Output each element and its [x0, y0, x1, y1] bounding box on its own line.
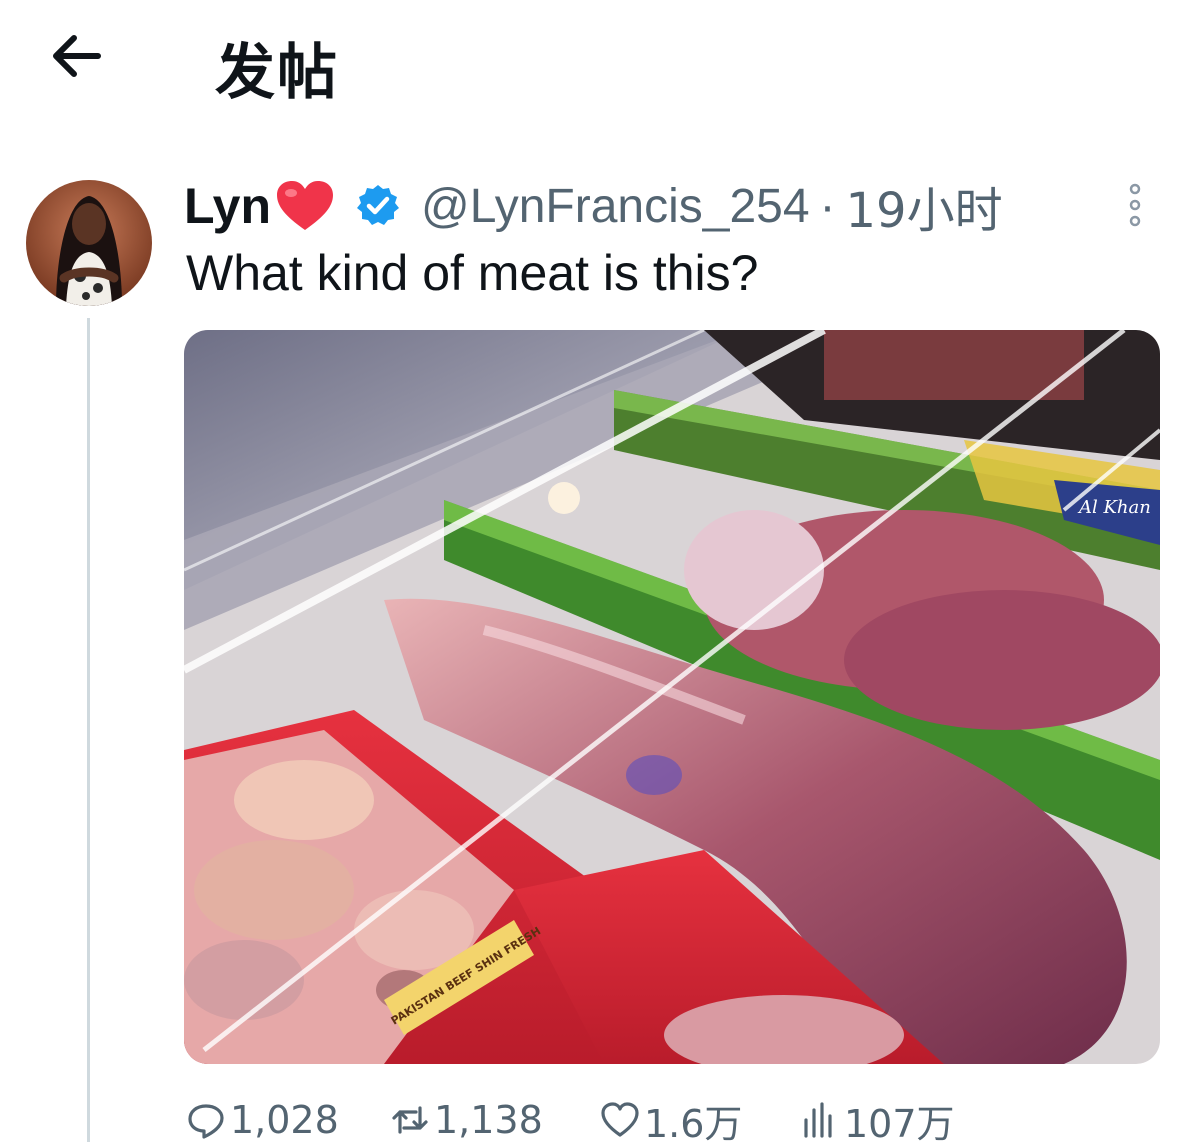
retweet-button[interactable]: 1,138 [390, 1098, 543, 1142]
retweet-count: 1,138 [434, 1098, 543, 1142]
display-name[interactable]: Lyn [184, 177, 271, 235]
post-time[interactable]: 19小时 [846, 171, 1003, 241]
verified-badge-icon [357, 185, 400, 225]
view-count: 107万 [844, 1101, 955, 1146]
back-button[interactable] [48, 28, 108, 84]
red-heart-icon [277, 181, 334, 230]
reply-count: 1,028 [230, 1098, 339, 1142]
more-options-button[interactable] [1120, 180, 1150, 230]
top-bar: 发帖 [0, 0, 1200, 120]
analytics-icon [804, 1102, 832, 1138]
tweet-photo[interactable]: Al Khan PAKISTAN BEEF SHIN FRESH [184, 330, 1160, 1064]
action-bar: 1,028 1,138 1.6万 107万 [186, 1098, 1200, 1146]
avatar[interactable] [26, 180, 152, 306]
page-title: 发帖 [215, 38, 339, 108]
thread-line [87, 318, 90, 1142]
user-handle[interactable]: @LynFrancis_254 [421, 179, 809, 234]
like-count: 1.6万 [644, 1101, 743, 1146]
heart-outline-icon [601, 1102, 639, 1137]
retweet-icon [392, 1106, 428, 1134]
tweet-header: Lyn @LynFrancis_254 · 19小时 [184, 176, 1003, 239]
reply-button[interactable]: 1,028 [186, 1098, 339, 1142]
brand-label: Al Khan [1077, 497, 1151, 518]
comment-icon [188, 1104, 224, 1139]
arrow-left-icon [53, 35, 101, 77]
separator-dot: · [819, 179, 836, 233]
more-vertical-icon [1129, 183, 1141, 227]
tweet-text: What kind of meat is this? [186, 245, 759, 301]
views-button[interactable]: 107万 [800, 1098, 955, 1146]
like-button[interactable]: 1.6万 [600, 1098, 742, 1146]
